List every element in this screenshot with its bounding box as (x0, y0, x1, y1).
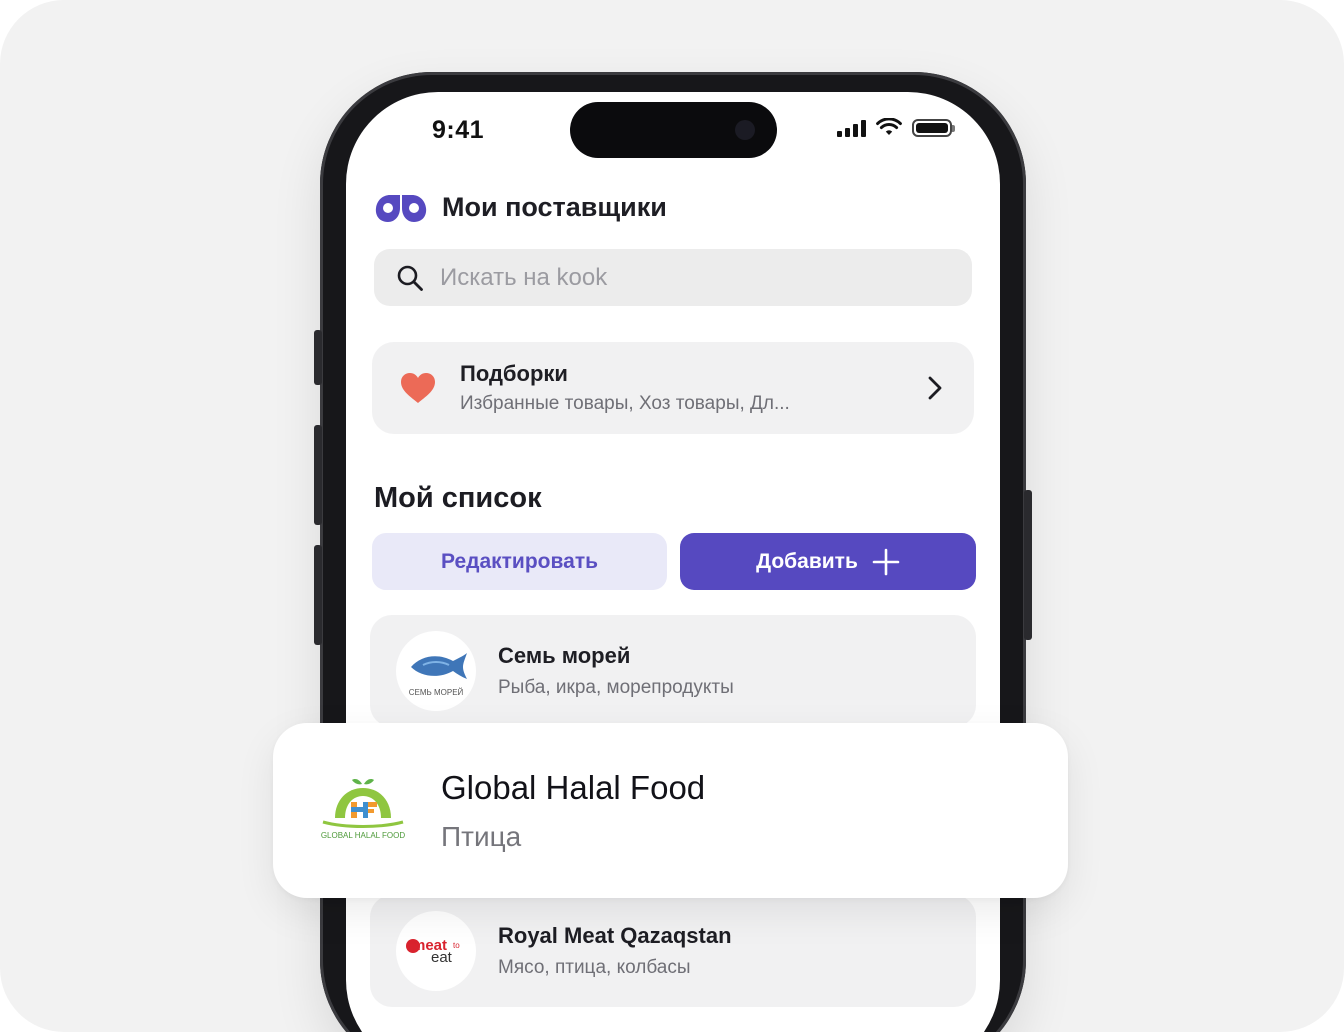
featured-supplier-categories: Птица (441, 820, 522, 852)
meat-to-eat-logo-icon: meat to eat (406, 937, 460, 966)
phone-side-button (314, 425, 322, 525)
dynamic-island (570, 102, 777, 158)
supplier-logo: meat to eat (396, 911, 476, 991)
my-list-title: Мой список (374, 482, 542, 514)
signal-icon (837, 119, 866, 137)
phone-side-button (314, 330, 322, 385)
kook-logo-icon (375, 194, 427, 222)
phone-side-button (314, 545, 322, 645)
supplier-logo: GLOBAL HALAL FOOD (313, 760, 413, 861)
supplier-name: Семь морей (498, 643, 631, 668)
supplier-categories: Мясо, птица, колбасы (498, 957, 691, 978)
status-icons (837, 118, 955, 138)
supplier-item[interactable]: СЕМЬ МОРЕЙ Семь морей Рыба, икра, морепр… (370, 615, 976, 727)
collections-subtitle: Избранные товары, Хоз товары, Дл... (460, 393, 790, 414)
svg-text:СЕМЬ МОРЕЙ: СЕМЬ МОРЕЙ (409, 688, 464, 697)
background-card: 9:41 Мои поставщики Искать на kook Подбо… (0, 0, 1344, 1032)
phone-side-button (1024, 490, 1032, 640)
status-time: 9:41 (432, 116, 485, 144)
featured-supplier-name: Global Halal Food (441, 768, 706, 806)
wifi-icon (876, 118, 902, 135)
chevron-right-icon (928, 376, 942, 400)
supplier-categories: Рыба, икра, морепродукты (498, 677, 734, 698)
search-input[interactable]: Искать на kook (374, 249, 972, 306)
search-placeholder: Искать на kook (440, 263, 608, 291)
global-halal-food-logo-icon: GLOBAL HALAL FOOD (321, 778, 406, 840)
battery-icon (912, 119, 955, 137)
add-button[interactable]: Добавить (680, 533, 976, 590)
svg-text:GLOBAL HALAL FOOD: GLOBAL HALAL FOOD (321, 831, 406, 840)
supplier-item[interactable]: meat to eat Royal Meat Qazaqstan Мясо, п… (370, 895, 976, 1007)
add-button-label: Добавить (756, 549, 858, 573)
page-header: Мои поставщики (374, 192, 667, 223)
collections-title: Подборки (460, 361, 568, 386)
fish-logo-icon: СЕМЬ МОРЕЙ (409, 653, 467, 697)
plus-icon (872, 548, 900, 575)
edit-button[interactable]: Редактировать (372, 533, 667, 590)
collections-card[interactable]: Подборки Избранные товары, Хоз товары, Д… (372, 342, 974, 434)
supplier-name: Royal Meat Qazaqstan (498, 923, 732, 948)
featured-supplier-card[interactable]: GLOBAL HALAL FOOD Global Halal Food Птиц… (273, 723, 1068, 898)
search-icon (397, 265, 423, 291)
heart-icon (401, 373, 435, 403)
svg-text:to: to (453, 941, 460, 950)
page-title: Мои поставщики (442, 192, 667, 222)
svg-text:eat: eat (431, 949, 453, 966)
supplier-logo: СЕМЬ МОРЕЙ (396, 631, 476, 711)
